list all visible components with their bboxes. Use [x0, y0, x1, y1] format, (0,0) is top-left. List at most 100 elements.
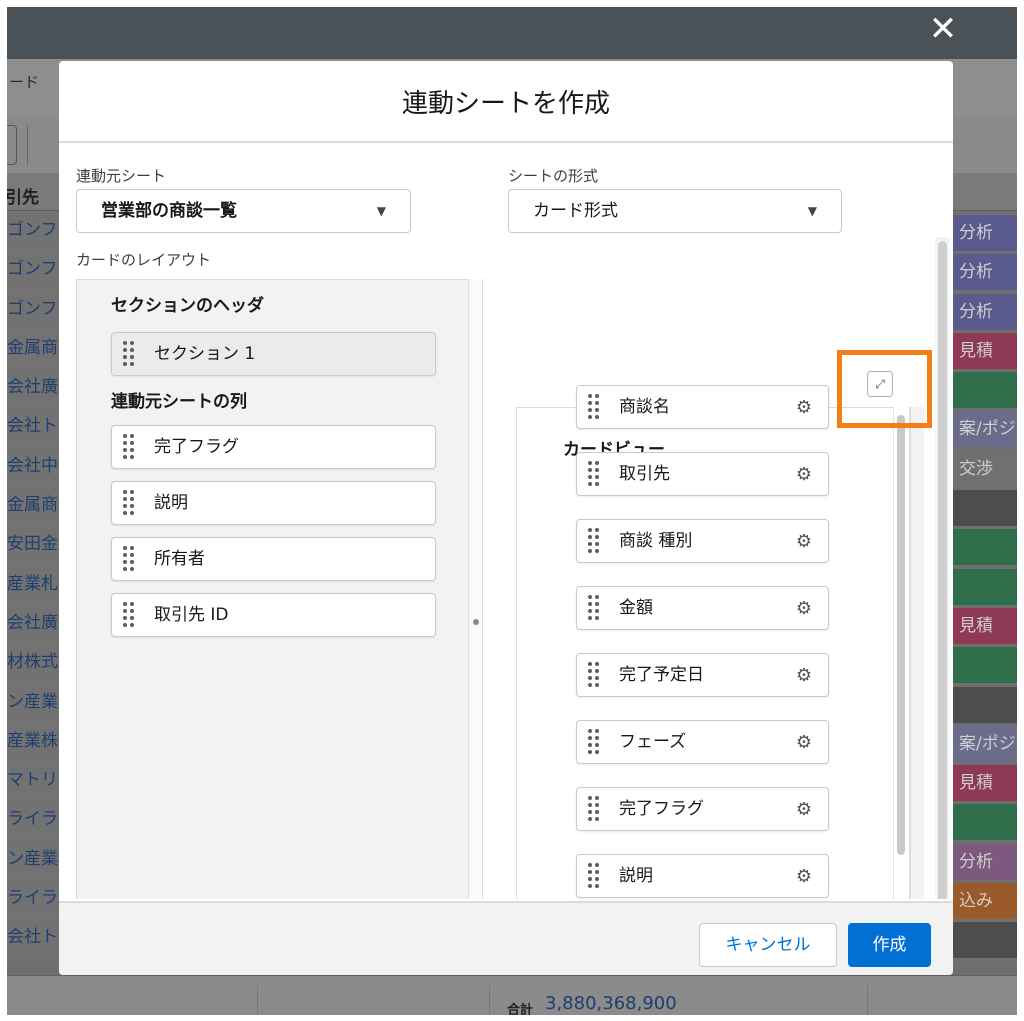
app-status-chip — [953, 686, 1017, 723]
expand-icon[interactable]: ⤢ — [867, 371, 893, 397]
app-tab-label: ード — [9, 73, 40, 91]
gear-icon[interactable]: ⚙ — [796, 454, 812, 496]
app-status-chip: 分析 — [953, 215, 1017, 251]
drag-handle-icon[interactable] — [588, 528, 602, 554]
app-toolbar-control — [7, 125, 17, 165]
card-layout-label: カードのレイアウト — [76, 251, 212, 269]
card-field-item[interactable]: 金額 ⚙ — [576, 586, 829, 630]
app-status-chip: 見積 — [953, 332, 1017, 369]
app-status-chip — [953, 647, 1017, 684]
app-table-row: ライラ — [7, 800, 67, 840]
source-column-item[interactable]: 完了フラグ — [111, 425, 436, 469]
app-status-chip: 見積 — [953, 607, 1017, 644]
app-status-chip — [953, 529, 1017, 566]
app-table-row: 会社ト — [7, 918, 67, 958]
drag-handle-icon[interactable] — [123, 341, 137, 367]
drag-handle-icon[interactable] — [588, 595, 602, 621]
app-table-row: 産業株 — [7, 721, 67, 762]
section-header-title: セクションのヘッダ — [111, 296, 264, 316]
source-sheet-select[interactable]: 営業部の商談一覧 ▼ — [76, 189, 411, 233]
section-item[interactable]: セクション 1 — [111, 332, 436, 376]
app-table-row: マトリ — [7, 761, 67, 801]
drag-handle-icon[interactable] — [588, 662, 602, 688]
card-field-item[interactable]: 取引先 ⚙ — [576, 452, 829, 496]
app-table-row: 会社中 — [7, 446, 67, 487]
app-table-row: ゴンフ — [7, 289, 67, 329]
card-field-label: 商談名 — [619, 397, 670, 417]
card-view-scrollbar-thumb[interactable] — [897, 415, 905, 855]
gear-icon[interactable]: ⚙ — [796, 789, 812, 831]
close-icon[interactable]: ✕ — [925, 11, 961, 47]
app-footer-divider — [867, 985, 868, 1015]
drag-handle-icon[interactable] — [588, 394, 602, 420]
modal-title: 連動シートを作成 — [401, 89, 610, 119]
card-field-label: 商談 種別 — [619, 531, 693, 551]
card-field-item[interactable]: フェーズ ⚙ — [576, 720, 829, 764]
drag-handle-icon[interactable] — [123, 490, 137, 516]
drag-handle-icon[interactable] — [588, 863, 602, 889]
app-table-row: ゴンフ — [7, 211, 67, 251]
gear-icon[interactable]: ⚙ — [796, 722, 812, 764]
app-table-row: ン産業 — [7, 839, 67, 880]
drag-handle-icon[interactable] — [588, 729, 602, 755]
gear-icon[interactable]: ⚙ — [796, 588, 812, 630]
source-column-item[interactable]: 説明 — [111, 481, 436, 525]
source-columns-title: 連動元シートの列 — [111, 392, 247, 412]
app-status-chip — [953, 372, 1017, 409]
gear-icon[interactable]: ⚙ — [796, 856, 812, 898]
section-item-label: セクション 1 — [154, 344, 256, 364]
sheet-format-value: カード形式 — [533, 201, 618, 221]
source-column-item[interactable]: 取引先 ID — [111, 593, 436, 637]
card-view-edge — [910, 407, 924, 899]
gear-icon[interactable]: ⚙ — [796, 655, 812, 697]
drag-handle-icon[interactable] — [588, 461, 602, 487]
panel-splitter[interactable] — [469, 279, 483, 899]
drag-handle-icon[interactable] — [588, 796, 602, 822]
source-column-label: 所有者 — [154, 549, 205, 569]
sheet-format-select[interactable]: カード形式 ▼ — [508, 189, 842, 233]
app-status-chip: 分析 — [953, 293, 1017, 330]
source-sheet-label: 連動元シート — [76, 167, 167, 185]
app-table-row: 金属商 — [7, 486, 67, 526]
sheet-format-label: シートの形式 — [508, 167, 599, 185]
app-status-column: 分析 分析 分析 見積 案/ポジ 交渉 見積 案/ポジ 見積 分析 込み — [953, 215, 1017, 962]
card-field-item[interactable]: 商談名 ⚙ — [576, 385, 829, 429]
app-table-row: 安田金 — [7, 525, 67, 565]
app-column-header-label: 引先 — [7, 188, 39, 208]
modal-scrollbar-thumb[interactable] — [938, 241, 947, 899]
app-table-row: ゴンフ — [7, 250, 67, 290]
app-frame: ード 引先 ゴンフ ゴンフ ゴンフ 金属商 会社廣 会社ト 会社中 金属商 安田金 産業札 会社廣材… — [7, 7, 1017, 1015]
chevron-down-icon: ▼ — [807, 204, 817, 218]
gear-icon[interactable]: ⚙ — [796, 387, 812, 429]
card-field-item[interactable]: 商談 種別 ⚙ — [576, 519, 829, 563]
card-field-item[interactable]: 説明 ⚙ — [576, 854, 829, 898]
app-status-chip: 分析 — [953, 843, 1017, 880]
splitter-handle-icon[interactable] — [473, 619, 479, 625]
app-table-row: ン産業 — [7, 682, 67, 722]
cancel-button[interactable]: キャンセル — [699, 923, 837, 967]
source-column-label: 説明 — [154, 493, 188, 513]
app-status-chip — [953, 804, 1017, 841]
app-table-row: ライラ — [7, 879, 67, 919]
gear-icon[interactable]: ⚙ — [796, 521, 812, 563]
app-toolbar-divider — [27, 125, 28, 165]
app-table-row: 金属商 — [7, 328, 67, 369]
card-field-item[interactable]: 完了予定日 ⚙ — [576, 653, 829, 697]
card-field-label: 取引先 — [619, 464, 670, 484]
drag-handle-icon[interactable] — [123, 546, 137, 572]
app-table-row: 会社廣 — [7, 603, 67, 644]
app-status-chip: 分析 — [953, 254, 1017, 291]
app-row-list: ゴンフ ゴンフ ゴンフ 金属商 会社廣 会社ト 会社中 金属商 安田金 産業札 会社廣 材株式 ン産業産… — [7, 211, 67, 958]
source-column-item[interactable]: 所有者 — [111, 537, 436, 581]
drag-handle-icon[interactable] — [123, 434, 137, 460]
card-field-label: 説明 — [619, 866, 653, 886]
card-field-label: フェーズ — [619, 732, 687, 752]
card-field-item[interactable]: 完了フラグ ⚙ — [576, 787, 829, 831]
app-table-row: 材株式 — [7, 643, 67, 683]
app-status-chip: 交渉 — [953, 450, 1017, 487]
modal-footer: キャンセル 作成 — [59, 901, 953, 975]
create-button[interactable]: 作成 — [848, 923, 931, 967]
card-field-label: 金額 — [619, 598, 653, 618]
app-status-chip — [953, 922, 1017, 959]
drag-handle-icon[interactable] — [123, 602, 137, 628]
